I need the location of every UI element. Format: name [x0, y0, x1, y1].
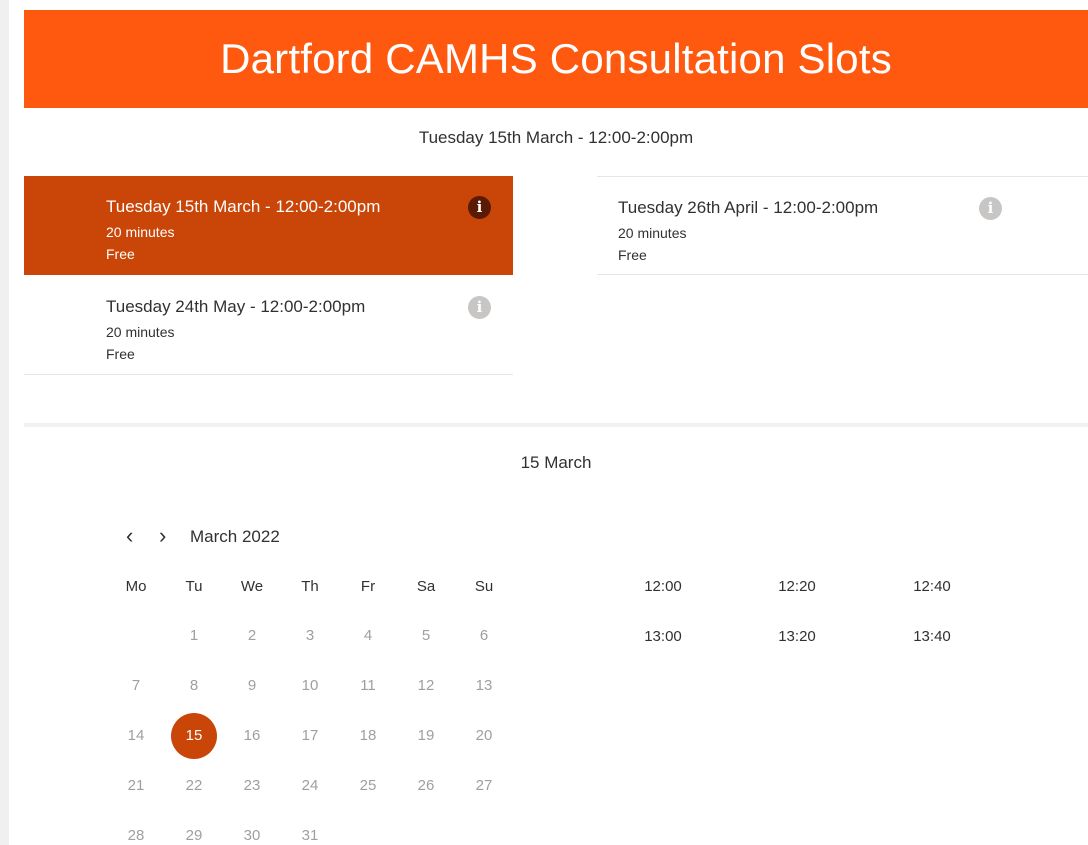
calendar-day[interactable]: 20 — [464, 727, 504, 744]
time-slot[interactable]: 12:40 — [902, 578, 962, 595]
service-title: Tuesday 26th April - 12:00-2:00pm — [618, 198, 879, 217]
calendar-day[interactable]: 10 — [290, 677, 330, 694]
weekday-header: Su — [474, 578, 494, 595]
calendar-month-label: March 2022 — [190, 527, 280, 546]
weekday-header: Mo — [125, 578, 147, 595]
calendar-day[interactable]: 14 — [116, 727, 156, 744]
info-icon[interactable]: i — [979, 197, 1002, 220]
calendar-day[interactable]: 28 — [116, 827, 156, 844]
weekday-header: Tu — [185, 578, 203, 595]
calendar-day[interactable]: 4 — [348, 627, 388, 644]
time-slot[interactable]: 13:40 — [902, 628, 962, 645]
calendar-day-selected[interactable]: 15 — [171, 713, 217, 759]
calendar-day[interactable]: 8 — [174, 677, 214, 694]
calendar-day[interactable]: 26 — [406, 777, 446, 794]
calendar-day[interactable]: 6 — [464, 627, 504, 644]
service-price: Free — [106, 246, 135, 262]
calendar-day[interactable]: 12 — [406, 677, 446, 694]
calendar-day[interactable]: 21 — [116, 777, 156, 794]
calendar-day[interactable]: 31 — [290, 827, 330, 844]
service-card-may[interactable]: Tuesday 24th May - 12:00-2:00pm 20 minut… — [24, 276, 513, 375]
service-card-march[interactable]: Tuesday 15th March - 12:00-2:00pm 20 min… — [24, 176, 513, 275]
calendar-day[interactable]: 5 — [406, 627, 446, 644]
service-title: Tuesday 15th March - 12:00-2:00pm — [106, 197, 381, 216]
service-price: Free — [106, 346, 135, 362]
next-month-button[interactable]: › — [159, 523, 166, 549]
calendar-day[interactable]: 9 — [232, 677, 272, 694]
calendar-day[interactable]: 30 — [232, 827, 272, 844]
service-duration: 20 minutes — [106, 224, 175, 240]
time-slot[interactable]: 12:20 — [767, 578, 827, 595]
calendar-day[interactable]: 24 — [290, 777, 330, 794]
calendar-day[interactable]: 25 — [348, 777, 388, 794]
page-title: Dartford CAMHS Consultation Slots — [220, 35, 892, 82]
calendar-day[interactable]: 18 — [348, 727, 388, 744]
calendar-day[interactable]: 13 — [464, 677, 504, 694]
service-duration: 20 minutes — [618, 225, 687, 241]
weekday-header: Fr — [360, 578, 376, 595]
weekday-header: Sa — [416, 578, 436, 595]
calendar-day[interactable]: 16 — [232, 727, 272, 744]
service-price: Free — [618, 247, 647, 263]
weekday-header: Th — [301, 578, 319, 595]
previous-month-button[interactable]: ‹ — [126, 523, 133, 549]
page-banner: Dartford CAMHS Consultation Slots — [24, 10, 1088, 108]
calendar-day[interactable]: 11 — [348, 677, 388, 694]
calendar-day[interactable]: 1 — [174, 627, 214, 644]
selected-date-heading: 15 March — [520, 453, 592, 472]
calendar-day[interactable]: 23 — [232, 777, 272, 794]
calendar-day[interactable]: 2 — [232, 627, 272, 644]
info-icon[interactable]: i — [468, 296, 491, 319]
calendar-day[interactable]: 29 — [174, 827, 214, 844]
info-icon[interactable]: i — [468, 196, 491, 219]
service-title: Tuesday 24th May - 12:00-2:00pm — [106, 297, 366, 316]
calendar-day[interactable]: 19 — [406, 727, 446, 744]
section-divider — [24, 423, 1088, 427]
calendar-day[interactable]: 7 — [116, 677, 156, 694]
weekday-header: We — [240, 578, 264, 595]
calendar-day[interactable]: 27 — [464, 777, 504, 794]
calendar-day[interactable]: 3 — [290, 627, 330, 644]
selected-service-heading: Tuesday 15th March - 12:00-2:00pm — [418, 128, 694, 147]
page-left-edge — [0, 0, 9, 845]
service-card-april[interactable]: Tuesday 26th April - 12:00-2:00pm 20 min… — [597, 176, 1088, 275]
time-slot[interactable]: 13:20 — [767, 628, 827, 645]
time-slot[interactable]: 13:00 — [633, 628, 693, 645]
time-slot[interactable]: 12:00 — [633, 578, 693, 595]
service-duration: 20 minutes — [106, 324, 175, 340]
calendar-day[interactable]: 17 — [290, 727, 330, 744]
calendar-day[interactable]: 22 — [174, 777, 214, 794]
